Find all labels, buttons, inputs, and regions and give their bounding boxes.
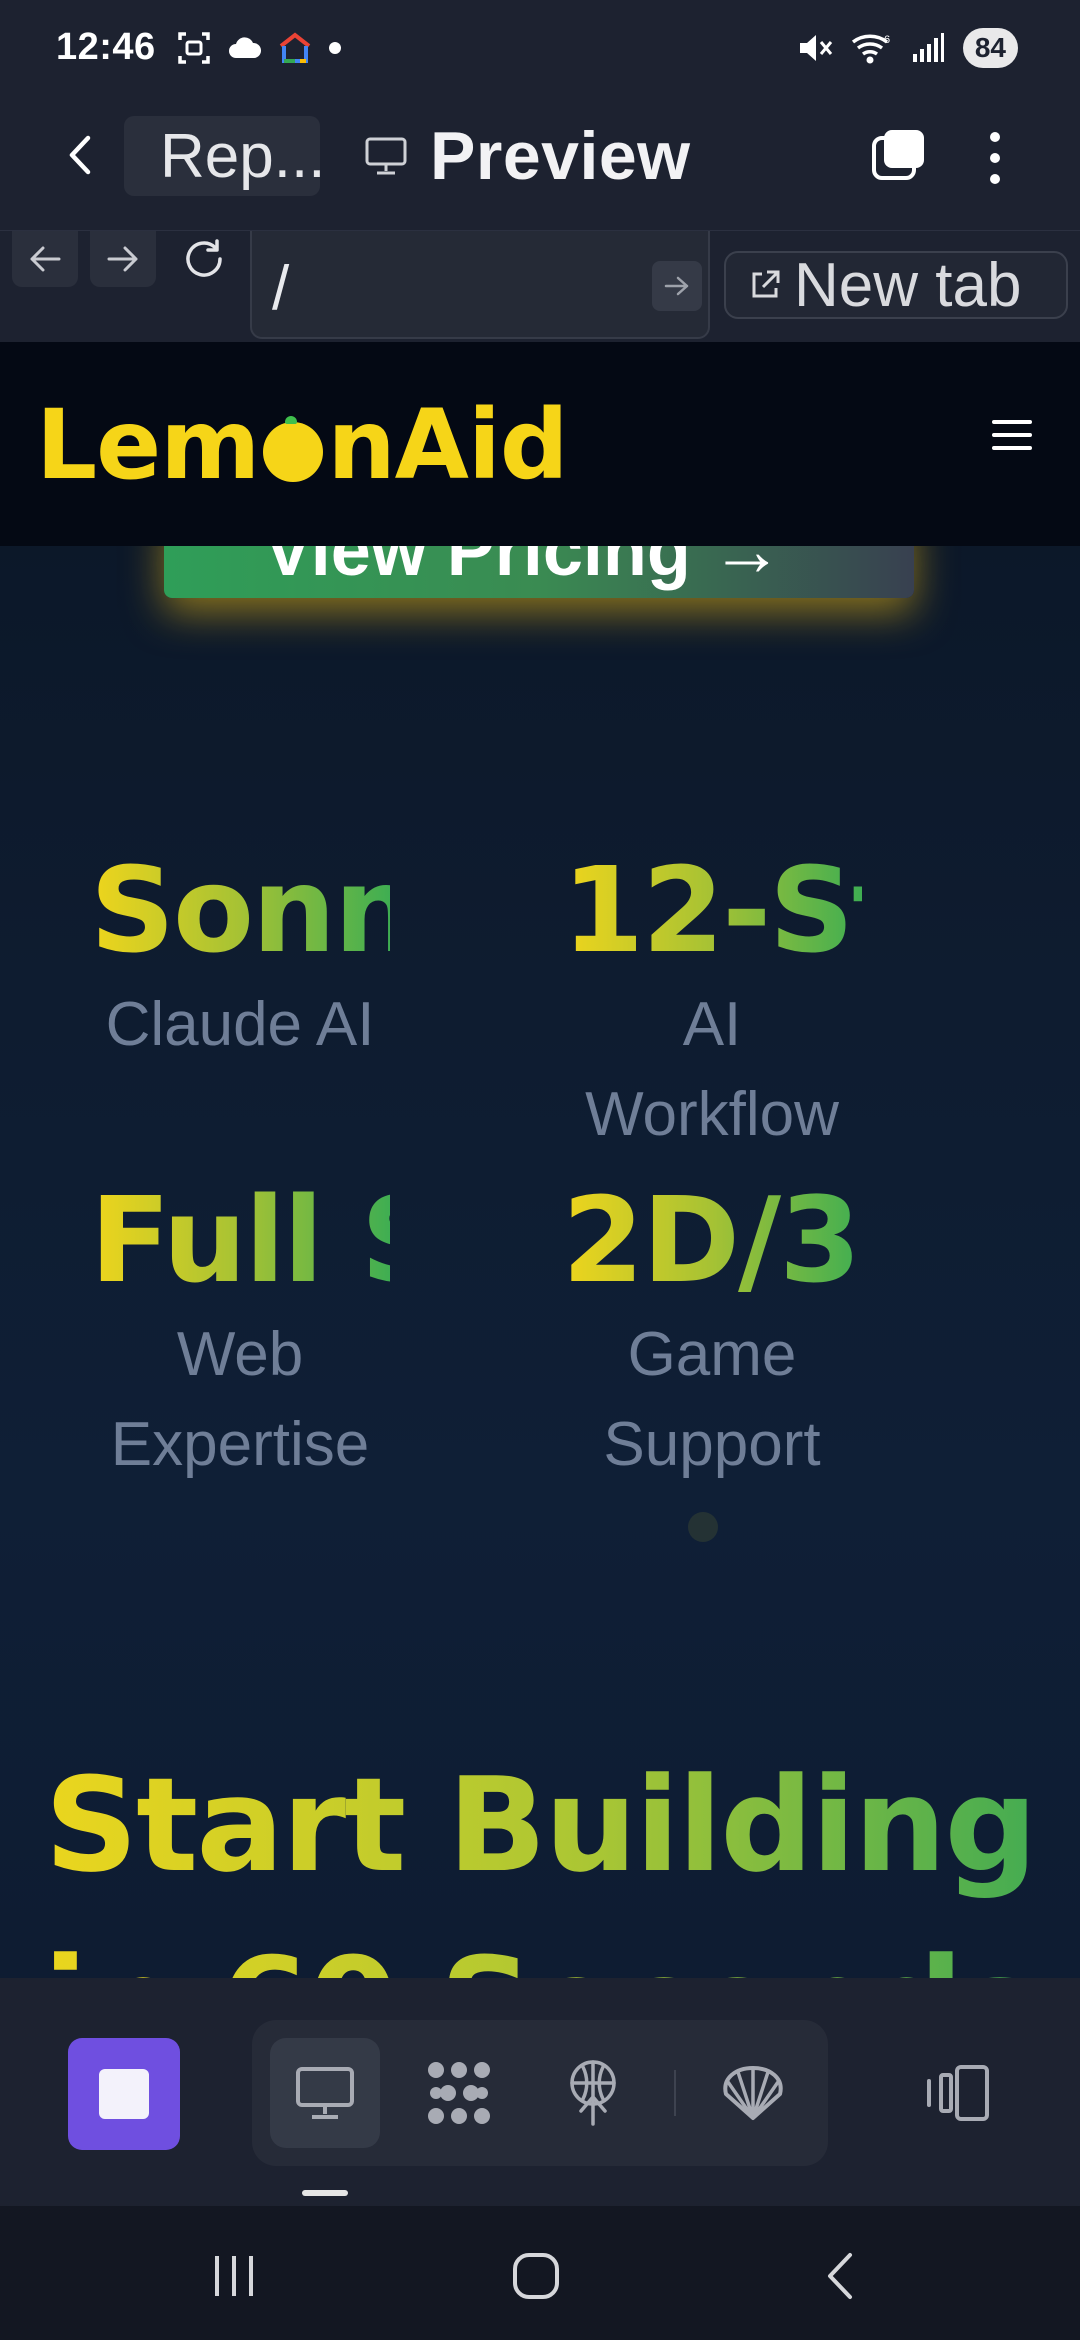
dot-icon	[329, 42, 341, 54]
stop-button[interactable]	[68, 2038, 180, 2150]
monitor-icon	[365, 137, 407, 175]
stat-value: 2D/3D	[562, 1170, 862, 1310]
menu-line	[992, 446, 1032, 450]
stat-claude: Sonnet Claude AI	[90, 840, 390, 1070]
new-tab-label: New tab	[794, 250, 1022, 320]
repl-tab[interactable]: Rep...	[124, 116, 320, 196]
more-options-button[interactable]	[980, 128, 1010, 188]
url-bar-row: / New tab	[0, 230, 1080, 342]
stat-label-line1: Web	[176, 1320, 304, 1389]
recent-apps-icon	[215, 2256, 253, 2296]
preview-tab[interactable]: Preview	[364, 116, 691, 196]
chevron-left-icon	[828, 2253, 852, 2299]
tabs-icon	[872, 130, 924, 180]
stat-label-line2: Support	[603, 1410, 821, 1479]
deploy-tool-button[interactable]	[538, 2038, 648, 2148]
monitor-icon	[296, 2067, 354, 2119]
stat-label: AI Workflow	[585, 990, 839, 1149]
workflow-tool-button[interactable]	[404, 2038, 514, 2148]
home-button[interactable]	[496, 2236, 576, 2316]
preview-tool-button[interactable]	[270, 2038, 380, 2148]
deploy-icon	[570, 2060, 616, 2126]
system-back-button[interactable]	[800, 2236, 880, 2316]
signal-icon	[912, 33, 944, 62]
tabs-switcher-button[interactable]	[870, 128, 926, 184]
shell-icon	[723, 2066, 783, 2120]
battery-indicator: 84	[962, 28, 1018, 68]
svg-text:6: 6	[884, 34, 890, 46]
reload-icon	[186, 239, 222, 277]
workflow-icon	[428, 2062, 490, 2124]
active-tab-indicator	[302, 2190, 348, 2196]
arrow-right-icon	[664, 276, 689, 296]
repl-tab-label: Rep...	[160, 121, 320, 191]
webview: LemnAid View Pricing → Sonnet Claude AI …	[0, 342, 1080, 1978]
tool-group	[252, 2020, 828, 2166]
android-navigation-bar	[0, 2206, 1080, 2340]
status-left-icons	[176, 30, 342, 66]
shell-tool-button[interactable]	[698, 2038, 808, 2148]
back-button[interactable]	[56, 130, 106, 180]
external-link-icon	[752, 270, 780, 298]
chevron-left-icon	[69, 135, 91, 175]
stat-game: 2D/3D Game Support	[562, 1170, 862, 1490]
url-go-button[interactable]	[652, 261, 702, 311]
arrow-left-icon	[30, 246, 61, 272]
status-time: 12:46	[56, 26, 156, 68]
url-input[interactable]: /	[250, 231, 710, 339]
lemon-icon	[263, 416, 324, 482]
screenshot-icon	[178, 32, 210, 64]
devices-button[interactable]	[908, 2038, 1008, 2148]
stat-value: 12-Step	[562, 840, 862, 980]
recent-apps-button[interactable]	[194, 2236, 274, 2316]
stat-label: Claude AI	[105, 990, 375, 1059]
app-toolbar	[0, 1978, 1080, 2206]
cta-heading-line2: in 60 Seconds	[0, 1910, 1080, 1978]
google-home-icon	[279, 32, 311, 63]
site-navbar: Lem nAid	[0, 342, 1080, 546]
status-bar: 12:46 6 84	[0, 0, 1080, 100]
devices-icon	[927, 2065, 989, 2121]
logo-text-end: nAid	[327, 389, 568, 501]
browser-header: Rep... Preview	[0, 100, 1080, 230]
stat-label-line1: Game	[627, 1320, 797, 1389]
cta-heading-line1: Start Building	[0, 1730, 1080, 1920]
cloud-icon	[229, 37, 262, 58]
preview-tab-label: Preview	[430, 118, 691, 194]
site-logo[interactable]: Lem nAid	[36, 389, 569, 501]
logo-text-start: Lem	[36, 389, 260, 501]
wifi-icon: 6	[851, 34, 890, 64]
stop-icon	[99, 2069, 149, 2119]
stat-value: Full Stack	[90, 1170, 390, 1310]
toolbar-separator	[674, 2070, 676, 2116]
kebab-menu-icon	[990, 132, 1000, 184]
stat-value: Sonnet	[90, 841, 390, 979]
url-text: /	[272, 254, 290, 323]
stat-workflow: 12-Step AI Workflow	[562, 840, 862, 1160]
home-icon	[513, 2253, 559, 2299]
mute-icon	[799, 35, 832, 61]
stat-label-line2: Expertise	[110, 1410, 370, 1479]
reload-button[interactable]	[176, 231, 232, 287]
menu-line	[992, 433, 1032, 437]
status-right-icons: 6 84	[797, 28, 1018, 68]
stat-web: Full Stack Web Expertise	[90, 1170, 390, 1490]
arrow-right-icon	[107, 246, 138, 272]
decorative-orb	[688, 1512, 718, 1542]
browser-back-button[interactable]	[12, 231, 78, 287]
menu-line	[992, 420, 1032, 424]
new-tab-button[interactable]: New tab	[724, 250, 1068, 320]
hamburger-menu-button[interactable]	[992, 420, 1032, 452]
browser-forward-button[interactable]	[90, 231, 156, 287]
